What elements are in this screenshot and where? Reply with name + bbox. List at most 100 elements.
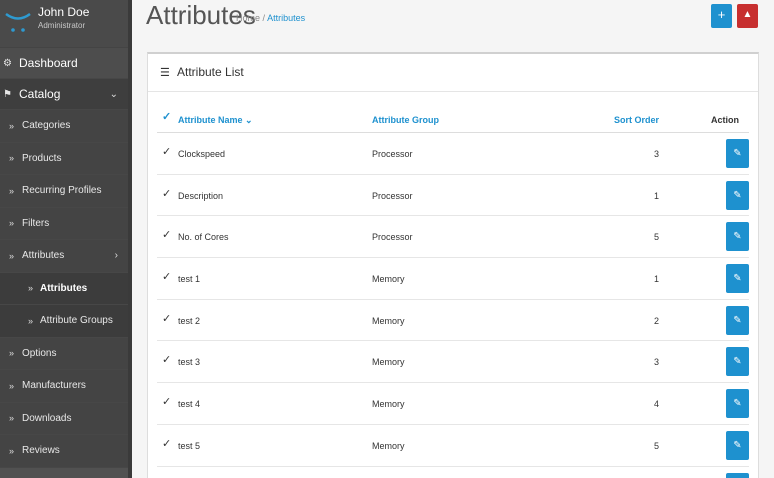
profile[interactable]: John Doe Administrator bbox=[0, 0, 128, 48]
sort-order: 5 bbox=[653, 232, 659, 243]
chevron-right-icon: › bbox=[114, 250, 118, 262]
attribute-table: ✓ Attribute Name ⌄ Attribute Group Sort … bbox=[157, 105, 749, 478]
attribute-group: Processor bbox=[372, 149, 413, 159]
add-button[interactable]: + bbox=[711, 4, 732, 28]
sidebar-item-recurring-profiles[interactable]: » Recurring Profiles bbox=[0, 175, 128, 208]
table-row: ✓ Description Processor 1 ✎ bbox=[157, 175, 749, 217]
chevron-down-icon: ⌄ bbox=[245, 115, 253, 125]
select-all-checkbox[interactable]: ✓ bbox=[162, 110, 171, 123]
edit-button[interactable]: ✎ bbox=[726, 222, 749, 252]
sidebar-item-label: Categories bbox=[22, 120, 71, 132]
row-checkbox[interactable]: ✓ bbox=[162, 145, 171, 158]
attribute-group: Memory bbox=[372, 274, 405, 285]
sidebar-item-manufacturers[interactable]: » Manufacturers bbox=[0, 370, 128, 403]
attribute-name: No. of Cores bbox=[178, 232, 229, 243]
sidebar-item-label: Attributes bbox=[40, 282, 88, 294]
sidebar-item-catalog[interactable]: ⚑ Catalog ⌄ bbox=[0, 79, 128, 110]
row-checkbox[interactable]: ✓ bbox=[162, 437, 171, 450]
sidebar-item-label: Products bbox=[22, 152, 62, 164]
sidebar-item-downloads[interactable]: » Downloads bbox=[0, 402, 128, 435]
attribute-group: Memory bbox=[372, 315, 405, 326]
row-checkbox[interactable]: ✓ bbox=[162, 312, 171, 325]
row-checkbox[interactable]: ✓ bbox=[162, 187, 171, 200]
sort-order: 3 bbox=[653, 149, 659, 159]
sidebar-item-attribute-groups[interactable]: » Attribute Groups bbox=[0, 305, 128, 338]
profile-role: Administrator bbox=[38, 21, 86, 30]
sidebar-item-reviews[interactable]: » Reviews bbox=[0, 435, 128, 468]
edit-button[interactable]: ✎ bbox=[726, 139, 749, 168]
sort-by-group-header[interactable]: Attribute Group bbox=[372, 115, 439, 125]
sidebar-item-label: Reviews bbox=[22, 445, 60, 457]
delete-button[interactable]: ▲ bbox=[737, 4, 758, 28]
attribute-group: Memory bbox=[372, 440, 405, 451]
table-row: ✓ test 2 Memory 2 ✎ bbox=[157, 300, 749, 342]
attribute-name: test 3 bbox=[178, 357, 201, 368]
table-row: ✓ No. of Cores Processor 5 ✎ bbox=[157, 216, 749, 259]
sidebar-item-label: Recurring Profiles bbox=[22, 185, 102, 197]
edit-button[interactable]: ✎ bbox=[726, 180, 749, 210]
attribute-group: Memory bbox=[372, 399, 405, 410]
breadcrumb-current[interactable]: Attributes bbox=[267, 13, 305, 23]
sort-order: 5 bbox=[653, 440, 659, 451]
edit-button[interactable]: ✎ bbox=[726, 347, 749, 377]
sidebar-item-label: Manufacturers bbox=[22, 380, 86, 392]
sort-order: 3 bbox=[653, 357, 659, 368]
row-checkbox[interactable]: ✓ bbox=[162, 270, 171, 283]
dashboard-icon: ⚙ bbox=[3, 57, 12, 69]
double-chevron-icon: » bbox=[9, 445, 15, 456]
pencil-icon: ✎ bbox=[733, 273, 742, 285]
double-chevron-icon: » bbox=[28, 315, 34, 326]
pencil-icon: ✎ bbox=[733, 148, 742, 159]
sidebar-item-label: Options bbox=[22, 347, 57, 359]
edit-button[interactable]: ✎ bbox=[726, 264, 749, 294]
sidebar-item-attributes-list[interactable]: » Attributes bbox=[0, 272, 128, 305]
sort-order: 1 bbox=[653, 190, 659, 201]
pencil-icon: ✎ bbox=[733, 314, 742, 326]
pencil-icon: ✎ bbox=[733, 398, 742, 410]
edit-button[interactable]: ✎ bbox=[726, 389, 749, 419]
double-chevron-icon: » bbox=[9, 348, 15, 359]
sidebar-item-label: Attribute Groups bbox=[40, 315, 113, 327]
table-row bbox=[157, 467, 749, 478]
sidebar-item-label: Dashboard bbox=[19, 56, 78, 70]
sidebar-item-categories[interactable]: » Categories bbox=[0, 110, 128, 143]
pencil-icon: ✎ bbox=[733, 189, 742, 201]
double-chevron-icon: » bbox=[9, 153, 15, 164]
attribute-name: test 2 bbox=[178, 315, 201, 326]
sidebar-item-attributes[interactable]: » Attributes › bbox=[0, 240, 128, 273]
action-header: Action bbox=[711, 115, 739, 125]
pencil-icon: ✎ bbox=[733, 439, 742, 451]
attribute-name: test 5 bbox=[178, 440, 201, 451]
double-chevron-icon: » bbox=[9, 120, 15, 131]
breadcrumb-home[interactable]: Home bbox=[236, 13, 260, 23]
sort-order: 1 bbox=[653, 274, 659, 285]
attribute-group: Processor bbox=[372, 232, 413, 243]
double-chevron-icon: » bbox=[9, 185, 15, 196]
row-checkbox[interactable]: ✓ bbox=[162, 353, 171, 366]
table-row: ✓ Clockspeed Processor 3 ✎ bbox=[157, 133, 749, 175]
sort-order: 4 bbox=[653, 399, 659, 410]
sidebar-item-filters[interactable]: » Filters bbox=[0, 207, 128, 240]
edit-button[interactable] bbox=[726, 472, 749, 478]
table-row: ✓ test 5 Memory 5 ✎ bbox=[157, 425, 749, 467]
sidebar-item-label: Catalog bbox=[19, 87, 61, 101]
edit-button[interactable]: ✎ bbox=[726, 305, 749, 335]
sort-by-name-header[interactable]: Attribute Name ⌄ bbox=[178, 115, 253, 126]
sidebar-item-dashboard[interactable]: ⚙ Dashboard bbox=[0, 48, 128, 79]
double-chevron-icon: » bbox=[9, 413, 15, 424]
row-checkbox[interactable]: ✓ bbox=[162, 228, 171, 241]
sidebar-item-products[interactable]: » Products bbox=[0, 142, 128, 175]
attribute-name: test 1 bbox=[178, 274, 201, 285]
table-row: ✓ test 1 Memory 1 ✎ bbox=[157, 258, 749, 300]
tag-icon: ⚑ bbox=[3, 88, 12, 100]
breadcrumb-separator: / bbox=[262, 13, 266, 23]
table-header: ✓ Attribute Name ⌄ Attribute Group Sort … bbox=[157, 105, 749, 133]
sort-by-order-header[interactable]: Sort Order bbox=[614, 115, 659, 125]
panel-title: Attribute List bbox=[177, 65, 244, 79]
row-checkbox[interactable]: ✓ bbox=[162, 395, 171, 408]
sidebar-item-options[interactable]: » Options bbox=[0, 337, 128, 370]
sort-order: 2 bbox=[653, 315, 659, 326]
edit-button[interactable]: ✎ bbox=[726, 430, 749, 460]
list-icon: ☰ bbox=[160, 67, 170, 79]
sidebar-item-label: Downloads bbox=[22, 412, 72, 424]
